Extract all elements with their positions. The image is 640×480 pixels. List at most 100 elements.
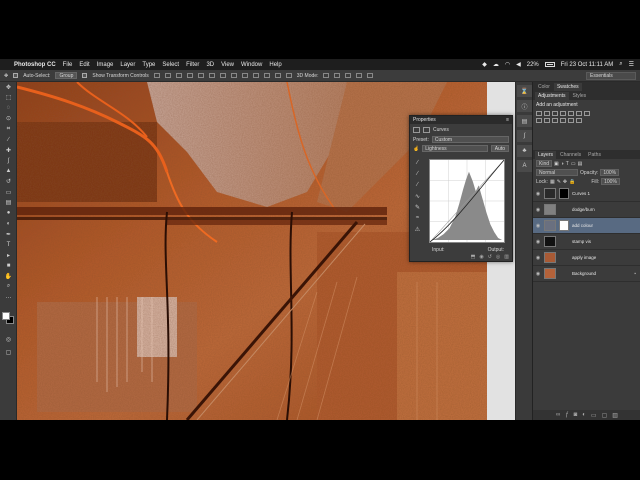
visibility-eye-icon[interactable]: ◉ <box>535 271 541 277</box>
spotlight-icon[interactable]: ⌕ <box>619 61 622 68</box>
tab-styles[interactable]: Styles <box>570 92 590 100</box>
history-panel-icon[interactable]: ⌛ <box>517 85 532 97</box>
tab-layers[interactable]: Layers <box>535 151 557 159</box>
workspace-switcher[interactable]: Essentials <box>586 72 636 80</box>
3d-roll-icon[interactable] <box>334 73 341 78</box>
screen-mode-icon[interactable]: ▢ <box>0 347 17 358</box>
menu-window[interactable]: Window <box>241 62 262 68</box>
gray-point-eyedropper-icon[interactable]: ∕ <box>413 171 422 179</box>
eraser-tool-icon[interactable]: ▭ <box>0 187 17 198</box>
black-white-icon[interactable] <box>536 118 542 123</box>
layer-row[interactable]: ◉ apply image <box>533 250 640 266</box>
align-right-icon[interactable] <box>208 73 215 78</box>
menu-image[interactable]: Image <box>97 62 114 68</box>
3d-scale-icon[interactable] <box>367 73 374 78</box>
delete-layer-icon[interactable]: ▥ <box>612 412 618 419</box>
blur-tool-icon[interactable]: ● <box>0 208 17 219</box>
kind-filter-dropdown[interactable]: Kind <box>536 160 553 167</box>
quick-select-tool-icon[interactable]: ⊙ <box>0 114 17 125</box>
view-previous-icon[interactable]: ◉ <box>479 254 483 261</box>
black-point-eyedropper-icon[interactable]: ∕ <box>413 160 422 168</box>
hue-sat-icon[interactable] <box>576 111 582 116</box>
properties-panel-icon[interactable]: ▤ <box>517 115 532 127</box>
visibility-icon[interactable]: ◎ <box>496 254 500 261</box>
clock[interactable]: Fri 23 Oct 11:11 AM <box>561 62 613 68</box>
volume-icon[interactable]: ◀ <box>516 61 521 68</box>
reset-icon[interactable]: ↺ <box>488 254 492 261</box>
lasso-tool-icon[interactable]: ◌ <box>0 103 17 114</box>
clip-to-layer-icon[interactable]: ⬒ <box>471 254 476 261</box>
move-tool-icon[interactable]: ✥ <box>0 82 17 93</box>
tab-swatches[interactable]: Swatches <box>553 83 582 91</box>
3d-pan-icon[interactable] <box>345 73 352 78</box>
show-transform-checkbox[interactable] <box>82 73 88 78</box>
info-panel-icon[interactable]: ⓘ <box>517 100 532 112</box>
layer-name[interactable]: add colour <box>572 223 593 228</box>
brush-tool-icon[interactable]: ∫ <box>0 156 17 167</box>
auto-select-dropdown[interactable]: Group <box>55 72 78 79</box>
foreground-color-swatch[interactable] <box>2 312 10 320</box>
filter-smart-icon[interactable]: ▤ <box>578 161 583 167</box>
visibility-eye-icon[interactable]: ◉ <box>535 207 541 213</box>
align-bottom-icon[interactable] <box>175 73 182 78</box>
history-brush-tool-icon[interactable]: ↺ <box>0 177 17 188</box>
wifi-icon[interactable]: ◠ <box>505 61 510 68</box>
pen-tool-icon[interactable]: ✒ <box>0 229 17 240</box>
menu-layer[interactable]: Layer <box>120 62 135 68</box>
layer-row[interactable]: ◉ Curves 1 <box>533 186 640 202</box>
lock-paint-icon[interactable]: ✎ <box>557 179 561 185</box>
quick-mask-icon[interactable]: ◎ <box>0 334 17 345</box>
color-lookup-icon[interactable] <box>560 118 566 123</box>
levels-icon[interactable] <box>544 111 550 116</box>
align-left-icon[interactable] <box>186 73 193 78</box>
align-center-icon[interactable] <box>197 73 204 78</box>
tab-paths[interactable]: Paths <box>585 151 604 159</box>
tab-channels[interactable]: Channels <box>557 151 584 159</box>
brightness-icon[interactable] <box>536 111 542 116</box>
layer-row[interactable]: ◉ dodge/burn <box>533 202 640 218</box>
type-tool-icon[interactable]: T <box>0 240 17 251</box>
distribute-bottom-icon[interactable] <box>241 73 248 78</box>
color-balance-icon[interactable] <box>584 111 590 116</box>
menu-file[interactable]: File <box>63 62 73 68</box>
zoom-tool-icon[interactable]: ⌕ <box>0 282 17 293</box>
move-tool-icon[interactable]: ✥ <box>4 73 8 79</box>
fill-field[interactable]: 100% <box>601 178 620 185</box>
3d-orbit-icon[interactable] <box>323 73 330 78</box>
tab-color[interactable]: Color <box>535 83 553 91</box>
visibility-eye-icon[interactable]: ◉ <box>535 223 541 229</box>
menu-type[interactable]: Type <box>142 62 155 68</box>
healing-tool-icon[interactable]: ✚ <box>0 145 17 156</box>
new-layer-icon[interactable]: ▢ <box>602 412 608 419</box>
curves-icon[interactable] <box>552 111 558 116</box>
menu-filter[interactable]: Filter <box>186 62 199 68</box>
new-adjustment-icon[interactable]: ◐ <box>582 412 586 418</box>
align-top-icon[interactable] <box>153 73 160 78</box>
filter-shape-icon[interactable]: ▭ <box>571 161 576 167</box>
lock-pixels-icon[interactable]: ▦ <box>550 179 555 185</box>
filter-adjust-icon[interactable]: ◑ <box>561 161 564 167</box>
layer-name[interactable]: Curves 1 <box>572 191 590 196</box>
photo-filter-icon[interactable] <box>544 118 550 123</box>
new-group-icon[interactable]: ▭ <box>591 412 597 419</box>
mask-icon[interactable] <box>423 126 430 133</box>
more-tools-icon[interactable]: … <box>0 292 17 303</box>
lock-move-icon[interactable]: ✥ <box>563 179 567 185</box>
layer-name[interactable]: stamp vis <box>572 239 591 244</box>
dropbox-icon[interactable]: ◆ <box>482 61 487 68</box>
visibility-eye-icon[interactable]: ◉ <box>535 239 541 245</box>
path-select-tool-icon[interactable]: ▸ <box>0 250 17 261</box>
distribute-top-icon[interactable] <box>219 73 226 78</box>
auto-button[interactable]: Auto <box>490 145 509 152</box>
notification-icon[interactable]: ☰ <box>629 61 634 68</box>
3d-slide-icon[interactable] <box>356 73 363 78</box>
properties-title-bar[interactable]: Properties ≡ <box>410 116 512 124</box>
layer-name[interactable]: apply image <box>572 255 596 260</box>
fx-icon[interactable]: ƒ <box>565 412 568 418</box>
stamp-tool-icon[interactable]: ▲ <box>0 166 17 177</box>
white-point-eyedropper-icon[interactable]: ∕ <box>413 182 422 190</box>
smooth-icon[interactable]: ≈ <box>413 215 422 223</box>
preset-dropdown[interactable]: Custom <box>431 136 509 143</box>
channel-mixer-icon[interactable] <box>552 118 558 123</box>
tab-adjustments[interactable]: Adjustments <box>535 92 569 100</box>
